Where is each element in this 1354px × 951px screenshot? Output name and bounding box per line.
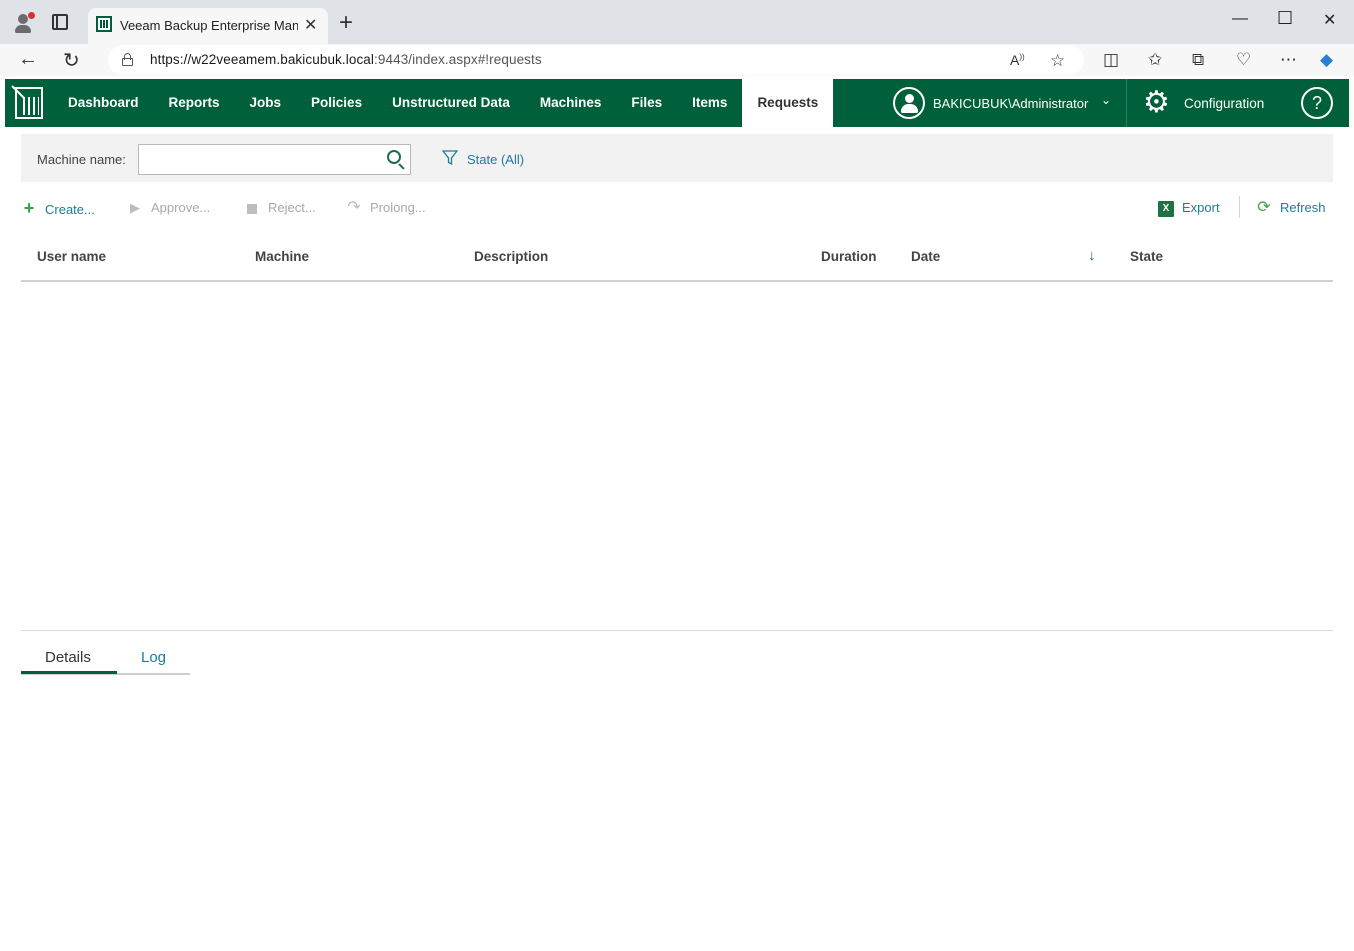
filter-funnel-icon: [442, 150, 458, 166]
stop-icon: [247, 203, 257, 214]
main-menu: Dashboard Reports Jobs Policies Unstruct…: [53, 79, 834, 127]
profile-icon[interactable]: [12, 12, 35, 34]
column-description[interactable]: Description: [474, 249, 548, 264]
browser-tab-title: Veeam Backup Enterprise Manager: [120, 18, 298, 33]
address-bar[interactable]: https://w22veeamem.bakicubuk.local:9443/…: [108, 45, 1084, 75]
state-filter-label: State (All): [467, 152, 525, 167]
prolong-button[interactable]: ↷ Prolong...: [346, 194, 425, 222]
column-duration[interactable]: Duration: [821, 249, 877, 264]
menu-dashboard[interactable]: Dashboard: [53, 79, 154, 127]
column-state[interactable]: State: [1130, 249, 1163, 264]
approve-button[interactable]: ▶ Approve...: [127, 194, 210, 222]
favorites-icon[interactable]: ✩: [1148, 50, 1162, 70]
grid-body[interactable]: [21, 282, 1333, 629]
redo-icon: ↷: [347, 199, 361, 216]
active-tab-indicator: [21, 671, 117, 674]
create-button[interactable]: + Create...: [21, 194, 95, 222]
toolbar-divider: [1239, 196, 1240, 218]
column-machine[interactable]: Machine: [255, 249, 309, 264]
configuration-label: Configuration: [1184, 96, 1265, 111]
menu-machines[interactable]: Machines: [525, 79, 617, 127]
machine-name-label: Machine name:: [37, 152, 126, 167]
play-icon: ▶: [130, 200, 140, 215]
veeam-favicon-icon: [96, 16, 112, 32]
veeam-logo-icon[interactable]: [11, 85, 47, 121]
more-menu-icon[interactable]: ⋯: [1280, 50, 1297, 70]
panel-splitter[interactable]: [21, 630, 1333, 631]
browser-toolbar: ← ↻ https://w22veeamem.bakicubuk.local:9…: [0, 44, 1354, 76]
collections-icon[interactable]: ⧉: [1192, 50, 1204, 70]
action-toolbar: + Create... ▶ Approve... Reject... ↷ Prolon…: [21, 194, 1333, 222]
reject-button[interactable]: Reject...: [244, 194, 316, 222]
chevron-down-icon: ⌄: [1101, 93, 1112, 107]
close-tab-icon[interactable]: ✕: [304, 15, 317, 35]
user-avatar-icon: [893, 87, 925, 119]
column-user-name[interactable]: User name: [37, 249, 106, 264]
help-button[interactable]: ?: [1301, 87, 1333, 119]
menu-requests[interactable]: Requests: [742, 79, 834, 127]
menu-items[interactable]: Items: [677, 79, 742, 127]
lock-icon[interactable]: [122, 53, 133, 66]
sort-descending-icon[interactable]: ↓: [1088, 247, 1096, 264]
reload-icon[interactable]: ↻: [63, 48, 80, 73]
close-window-button[interactable]: ✕: [1323, 10, 1336, 30]
favorite-star-icon[interactable]: ☆: [1050, 51, 1065, 71]
browser-tab-strip: Veeam Backup Enterprise Manager ✕ + — ☐ …: [0, 0, 1354, 44]
url-text: https://w22veeamem.bakicubuk.local:9443/…: [150, 52, 542, 67]
browser-essentials-icon[interactable]: ♡: [1236, 50, 1251, 70]
search-icon[interactable]: [387, 150, 401, 164]
minimize-button[interactable]: —: [1232, 10, 1248, 28]
refresh-icon: ⟳: [1257, 199, 1271, 216]
refresh-button[interactable]: ⟳ Refresh: [1256, 194, 1325, 222]
excel-icon: X: [1158, 200, 1174, 217]
menu-reports[interactable]: Reports: [154, 79, 235, 127]
copilot-icon[interactable]: ◆: [1320, 50, 1333, 70]
filter-bar: Machine name: State (All): [21, 134, 1333, 182]
configuration-button[interactable]: ⚙ Configuration: [1143, 79, 1293, 127]
menu-policies[interactable]: Policies: [296, 79, 377, 127]
machine-name-input[interactable]: [138, 144, 411, 175]
back-arrow-icon[interactable]: ←: [18, 48, 38, 71]
column-date[interactable]: Date: [911, 249, 940, 264]
detail-tabs: Details Log: [21, 645, 190, 675]
grid-header: User name Machine Description Duration D…: [21, 239, 1333, 282]
user-menu[interactable]: BAKICUBUK\Administrator ⌄: [891, 79, 1127, 127]
gear-icon: ⚙: [1143, 86, 1170, 119]
tab-actions-icon[interactable]: [52, 14, 68, 30]
tab-details[interactable]: Details: [45, 649, 91, 666]
menu-files[interactable]: Files: [616, 79, 677, 127]
browser-tab[interactable]: Veeam Backup Enterprise Manager ✕: [88, 8, 328, 44]
tab-log[interactable]: Log: [141, 649, 166, 666]
plus-icon: +: [23, 198, 35, 218]
read-aloud-icon[interactable]: A)): [1010, 52, 1025, 68]
new-tab-button[interactable]: +: [339, 9, 353, 37]
user-name: BAKICUBUK\Administrator: [933, 96, 1089, 111]
app-header: Dashboard Reports Jobs Policies Unstruct…: [5, 79, 1349, 127]
export-button[interactable]: X Export: [1158, 194, 1220, 222]
maximize-button[interactable]: ☐: [1277, 8, 1293, 29]
split-screen-icon[interactable]: ◫: [1103, 50, 1119, 70]
menu-jobs[interactable]: Jobs: [235, 79, 297, 127]
menu-unstructured-data[interactable]: Unstructured Data: [377, 79, 525, 127]
